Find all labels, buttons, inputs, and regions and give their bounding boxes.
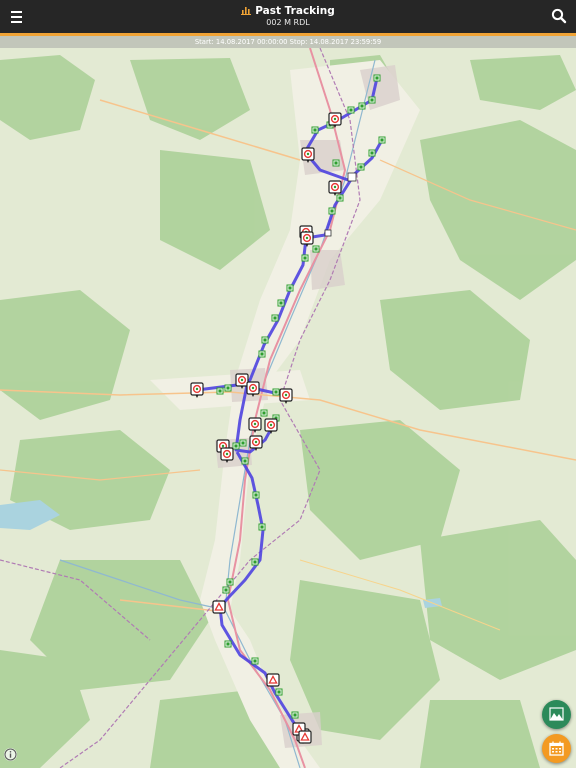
calendar-button[interactable]: [542, 734, 571, 763]
time-range-bar: Start: 14.08.2017 00:00:00 Stop: 14.08.2…: [0, 36, 576, 48]
bar-chart-icon: [241, 7, 252, 15]
page-title: Past Tracking: [255, 5, 335, 17]
map-canvas[interactable]: [0, 48, 576, 768]
calendar-icon: [549, 741, 564, 756]
map-layers-icon: [549, 707, 564, 721]
map-layers-button[interactable]: [542, 700, 571, 729]
vehicle-name: 002 M RDL: [266, 18, 310, 27]
search-icon[interactable]: [550, 7, 568, 25]
map-view[interactable]: [0, 48, 576, 768]
app-header: Past Tracking 002 M RDL: [0, 0, 576, 36]
page-title-line: Past Tracking: [0, 5, 576, 18]
header-title-block: Past Tracking 002 M RDL: [0, 5, 576, 28]
info-icon[interactable]: [4, 748, 17, 761]
